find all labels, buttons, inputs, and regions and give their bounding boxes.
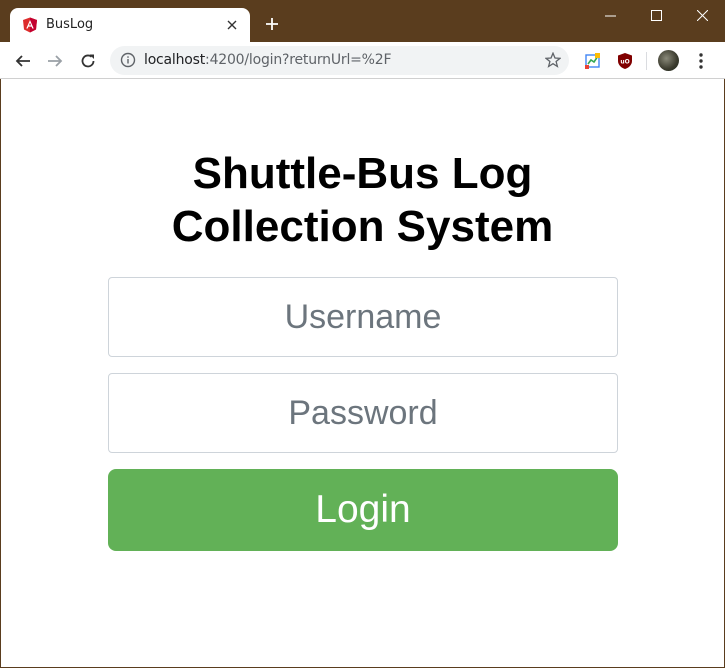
bookmark-star-icon[interactable] xyxy=(544,51,562,68)
info-icon[interactable] xyxy=(120,52,136,68)
close-window-icon[interactable] xyxy=(679,0,725,30)
toolbar-separator xyxy=(646,52,647,70)
address-bar[interactable]: localhost:4200/login?returnUrl=%2F xyxy=(110,46,569,75)
browser-tab[interactable]: BusLog xyxy=(10,8,250,42)
page-title: Shuttle-Bus Log Collection System xyxy=(1,147,724,253)
close-tab-icon[interactable] xyxy=(222,15,242,35)
page-title-line-1: Shuttle-Bus Log xyxy=(192,149,533,198)
username-input[interactable] xyxy=(108,277,618,357)
page-title-line-2: Collection System xyxy=(171,202,554,251)
svg-text:uO: uO xyxy=(620,59,629,66)
back-arrow-icon[interactable] xyxy=(10,48,36,74)
ublock-icon[interactable]: uO xyxy=(616,52,634,70)
more-menu-icon[interactable] xyxy=(693,51,709,71)
profile-avatar[interactable] xyxy=(658,50,679,71)
forward-arrow-icon[interactable] xyxy=(42,48,68,74)
extension-chart-icon[interactable] xyxy=(584,52,602,70)
tab-title: BusLog xyxy=(46,17,94,32)
maximize-icon[interactable] xyxy=(633,0,679,30)
reload-icon[interactable] xyxy=(75,48,101,74)
password-input[interactable] xyxy=(108,373,618,453)
page-viewport: Shuttle-Bus Log Collection System Login xyxy=(1,79,724,667)
window-controls xyxy=(587,0,725,30)
minimize-icon[interactable] xyxy=(587,0,633,30)
angular-icon xyxy=(22,17,38,33)
tab-strip: BusLog xyxy=(0,0,725,42)
url-text: localhost:4200/login?returnUrl=%2F xyxy=(144,52,392,68)
login-button[interactable]: Login xyxy=(108,469,618,551)
browser-window: BusLog localhost:4200/login?returnUrl=%2… xyxy=(0,0,725,668)
new-tab-icon[interactable] xyxy=(260,12,284,36)
browser-toolbar: localhost:4200/login?returnUrl=%2F uO xyxy=(0,42,725,79)
